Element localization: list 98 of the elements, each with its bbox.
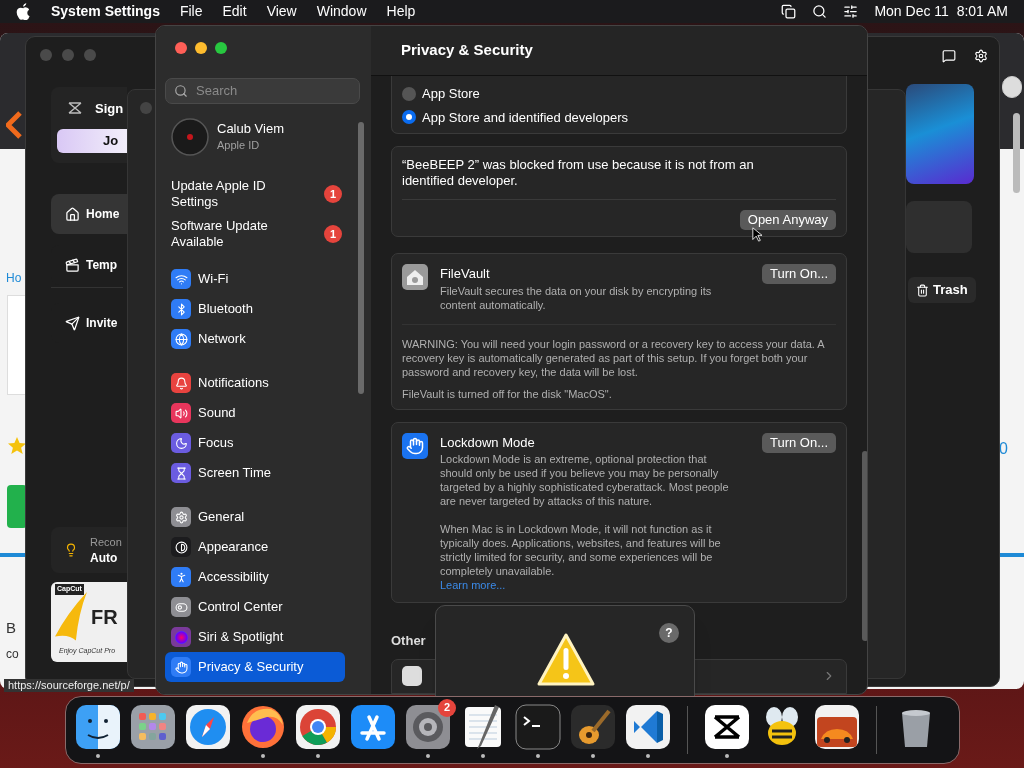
page-title: Privacy & Security [401,40,533,61]
settings-icon[interactable] [974,49,988,63]
light-bulb-icon [64,543,78,557]
body-text: co [6,646,19,663]
warning-text: WARNING: You will need your login password or a recovery key to access your data. A recovery key is automatically generated as part of this setup. If you forget both your password and recovery key, the data will be lost. [402,336,826,379]
card-title: Lockdown Mode [440,433,536,452]
body-text: B [6,618,16,638]
content-scrollbar[interactable] [862,451,867,641]
menu-item[interactable]: Help [386,1,416,22]
minimize-button[interactable] [195,42,207,54]
section-heading: Other [391,632,426,650]
extension-icon [402,666,422,687]
sidebar-item[interactable]: Bluetooth [165,294,345,324]
sign-in-text[interactable]: Sign [95,99,124,119]
chat-icon[interactable] [942,49,956,63]
open-anyway-button[interactable]: Open Anyway [739,210,836,230]
sidebar-item[interactable]: Appearance [165,532,345,562]
download-button[interactable] [7,485,27,528]
join-button[interactable]: Jo [57,129,127,153]
app-menu[interactable]: System Settings [51,1,160,22]
card-description: FileVault secures the data on your disk by encrypting its content automatically. [440,283,713,312]
help-button[interactable]: ? [659,623,679,643]
search-field[interactable]: Search [165,78,360,104]
trash-button[interactable]: Trash [908,277,976,303]
account-name[interactable]: Calub Viem [217,120,284,137]
radio-label: App Store and identified developers [422,108,628,127]
control-center-icon[interactable] [843,4,859,19]
search-icon [174,84,188,98]
code-editor-icon[interactable] [624,702,672,751]
alert-item[interactable]: Update Apple ID Settings [171,178,296,210]
tip-text: Auto [90,550,118,567]
radio-button[interactable] [402,110,416,125]
race-car-icon[interactable] [813,702,861,751]
search-icon[interactable] [812,4,828,19]
launchpad-icon[interactable] [129,702,177,751]
sidebar-item[interactable]: Sound [165,398,345,428]
sidebar-item[interactable]: General [165,502,345,532]
page-curl-icon [53,592,89,642]
house-icon [65,206,80,222]
close-button[interactable] [175,42,187,54]
notification-badge: 1 [324,185,342,203]
menu-item[interactable]: Window [316,1,367,22]
alert-item[interactable]: Software Update Available [171,218,296,250]
tip-title: Recon [90,535,122,550]
turn-on-button[interactable]: Turn On... [761,264,836,284]
film-icon [65,257,80,273]
learn-more-link[interactable]: Learn more... [440,578,750,592]
search-field[interactable]: Search [196,81,351,101]
account-subtitle: Apple ID [217,137,261,153]
paper-plane-icon [65,315,80,331]
capcut-icon[interactable] [703,702,751,751]
menu-item[interactable]: File [179,1,203,22]
app-store-icon[interactable] [349,702,397,751]
terminal-icon[interactable] [514,702,562,751]
status-url: https://sourceforge.net/p/ [4,679,134,692]
sidebar-item[interactable]: Notifications [165,368,345,398]
notification-badge: 2 [438,698,456,717]
card-description: Lockdown Mode is an extreme, optional protection that should only be used if you believe you may be personally targeted by a highly sophisticated cyberattack. Most people are never targeted by attacks of this nature. [440,452,730,508]
warning-icon [536,632,596,688]
gradient-thumbnail[interactable] [906,84,974,184]
sidebar-scrollbar[interactable] [358,122,364,394]
apple-logo-icon[interactable] [16,3,31,20]
turn-on-button[interactable]: Turn On... [761,432,836,453]
finder-icon[interactable] [74,702,122,751]
sidebar-item[interactable]: Control Center [165,592,345,622]
rating-count: 0 [999,439,1008,459]
menu-bar-clock[interactable]: Mon Dec 11 8:01 AM [874,1,1008,22]
sidebar-item[interactable]: Wi-Fi [165,264,345,294]
gear-icon[interactable] [404,702,452,751]
blocked-message: “BeeBEEP 2” was blocked from use because it is not from an identified developer. [402,157,755,189]
capcut-logo-icon [67,101,83,115]
menu-item[interactable]: View [266,1,297,22]
sidebar-item[interactable]: Screen Time [165,458,345,488]
menu-item[interactable]: Edit [222,1,247,22]
sidebar-item[interactable]: Accessibility [165,562,345,592]
status-text: FileVault is turned off for the disk "MacOS". [402,386,613,401]
screen-mirroring-icon[interactable] [781,4,797,19]
house-safe-icon [402,264,428,290]
scrollbar[interactable] [1013,113,1020,193]
notification-badge: 1 [324,225,342,243]
radio-button[interactable] [402,86,416,101]
nav-item[interactable]: Home [51,194,127,234]
card-title: FileVault [440,265,491,283]
card-details: When Mac is in Lockdown Mode, it will not function as it typically does. Applications, websites, and features will be strictly limited for security, and some experiences will be completely unavailable. [440,522,722,578]
compass-icon[interactable] [184,702,232,751]
promo-headline: FR [91,606,118,628]
radio-label: App Store [422,85,480,103]
hand-icon [402,432,428,459]
sidebar-item[interactable]: Focus [165,428,345,458]
sidebar-item[interactable]: Privacy & Security [165,652,345,682]
sidebar-item[interactable]: Siri & Spotlight [165,622,345,652]
chrome-icon[interactable] [294,702,342,751]
zoom-button[interactable] [215,42,227,54]
star-icon [7,436,27,456]
guitar-icon[interactable] [569,702,617,751]
sidebar-item[interactable]: Network [165,324,345,354]
trash-icon [916,283,929,297]
cursor-icon [752,227,762,242]
